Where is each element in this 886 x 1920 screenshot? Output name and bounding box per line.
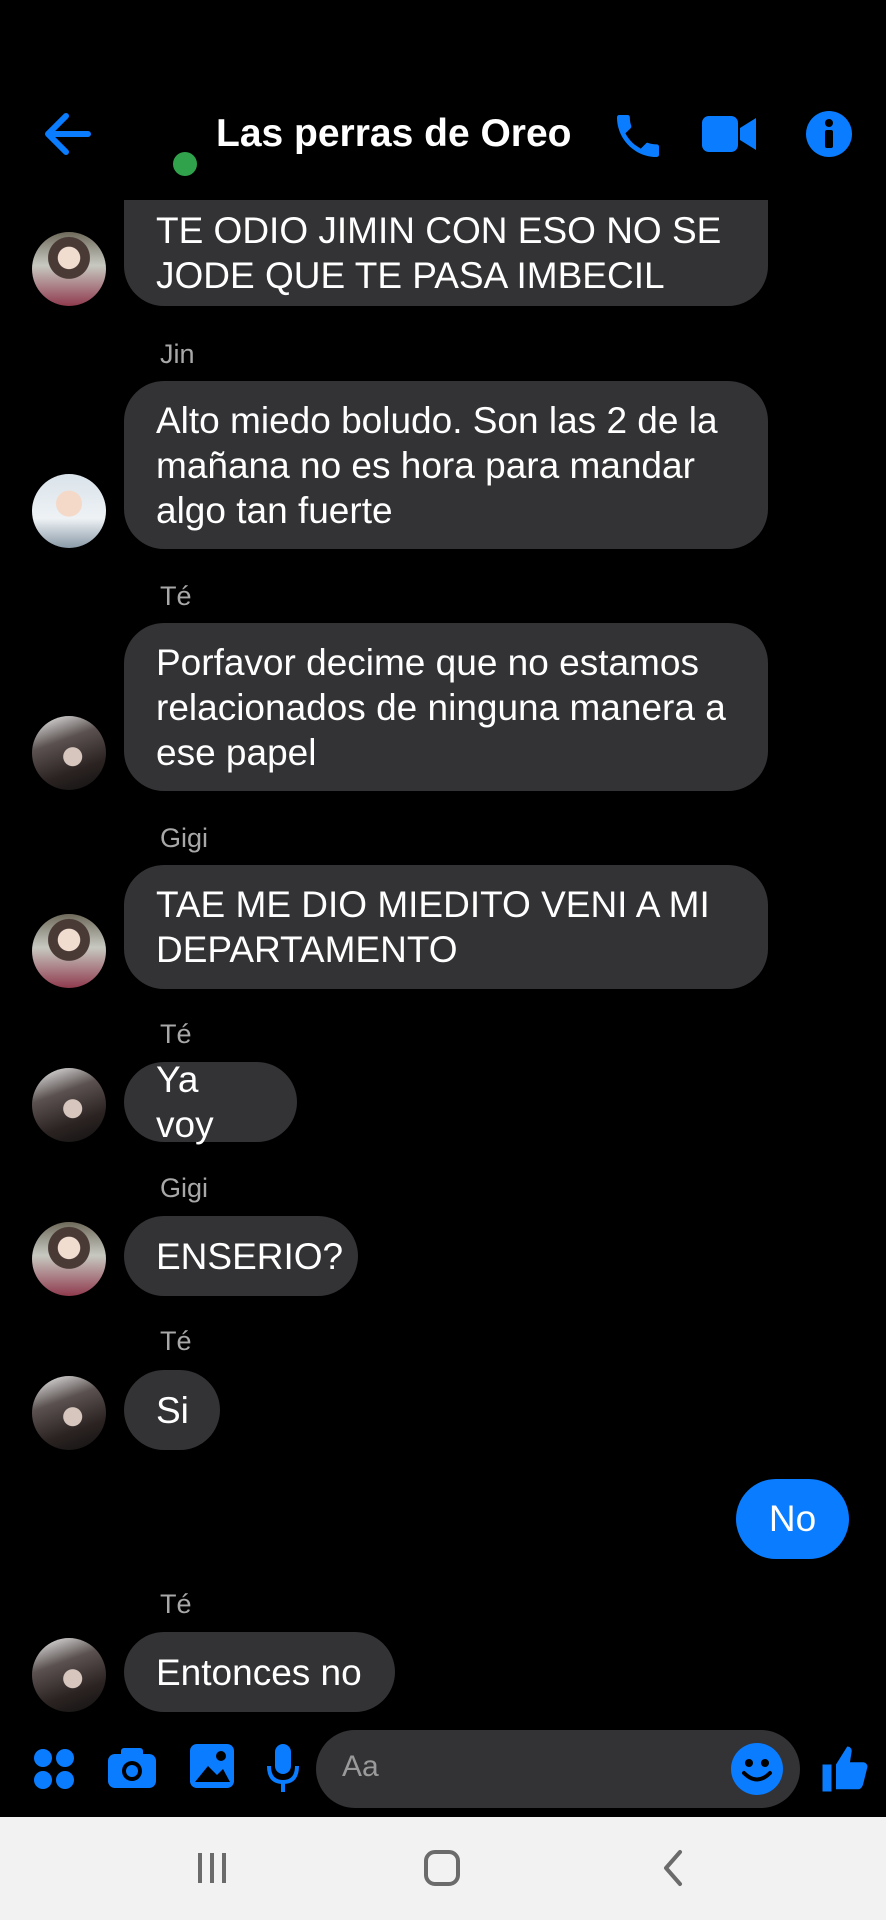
sender-name: Té — [160, 1589, 192, 1619]
camera-icon[interactable] — [106, 1744, 158, 1792]
sender-name: Gigi — [160, 1173, 209, 1203]
gigi-avatar[interactable] — [32, 914, 106, 988]
sender-name: Té — [160, 1019, 192, 1049]
chat-title[interactable]: Las perras de Oreo — [216, 110, 572, 158]
thumbs-up-icon[interactable] — [818, 1742, 872, 1796]
online-status-dot — [173, 152, 197, 176]
own-message-bubble[interactable]: No — [736, 1479, 849, 1559]
gigi-avatar[interactable] — [32, 1222, 106, 1296]
sender-name: Gigi — [160, 823, 209, 853]
emoji-icon[interactable] — [730, 1742, 784, 1796]
message-bubble[interactable]: TE ODIO JIMIN CON ESO NO SE JODE QUE TE … — [124, 200, 768, 306]
info-icon[interactable] — [805, 110, 853, 158]
recent-apps-icon[interactable] — [195, 1851, 229, 1885]
back-arrow-icon[interactable] — [42, 112, 92, 156]
chat-header: Las perras de Oreo — [0, 0, 886, 200]
jimin-avatar[interactable] — [32, 232, 106, 306]
system-navigation-bar — [0, 1817, 886, 1920]
message-bubble[interactable]: Alto miedo boludo. Son las 2 de la mañan… — [124, 381, 768, 549]
message-bubble[interactable]: TAE ME DIO MIEDITO VENI A MI DEPARTAMENT… — [124, 865, 768, 989]
message-input-placeholder: Aa — [342, 1750, 379, 1783]
te-avatar[interactable] — [32, 1376, 106, 1450]
back-icon[interactable] — [660, 1849, 686, 1887]
message-bubble[interactable]: Porfavor decime que no estamos relaciona… — [124, 623, 768, 791]
message-bubble[interactable]: Ya voy — [124, 1059, 297, 1145]
message-bubble[interactable]: Si — [124, 1370, 220, 1450]
jin-avatar[interactable] — [32, 474, 106, 548]
message-input[interactable]: Aa — [316, 1730, 800, 1808]
message-composer: Aa — [0, 1720, 886, 1818]
message-bubble[interactable]: Entonces no — [124, 1632, 395, 1712]
sender-name: Té — [160, 581, 192, 611]
te-avatar[interactable] — [32, 716, 106, 790]
video-camera-icon[interactable] — [700, 112, 758, 158]
apps-grid-icon[interactable] — [32, 1747, 76, 1791]
sender-name: Té — [160, 1326, 192, 1356]
message-bubble[interactable]: ENSERIO? — [124, 1216, 358, 1296]
microphone-icon[interactable] — [266, 1742, 300, 1796]
te-avatar[interactable] — [32, 1068, 106, 1142]
phone-icon[interactable] — [610, 108, 666, 164]
te-avatar[interactable] — [32, 1638, 106, 1712]
gallery-icon[interactable] — [188, 1742, 236, 1790]
sender-name: Jin — [160, 339, 195, 369]
home-icon[interactable] — [423, 1849, 461, 1887]
